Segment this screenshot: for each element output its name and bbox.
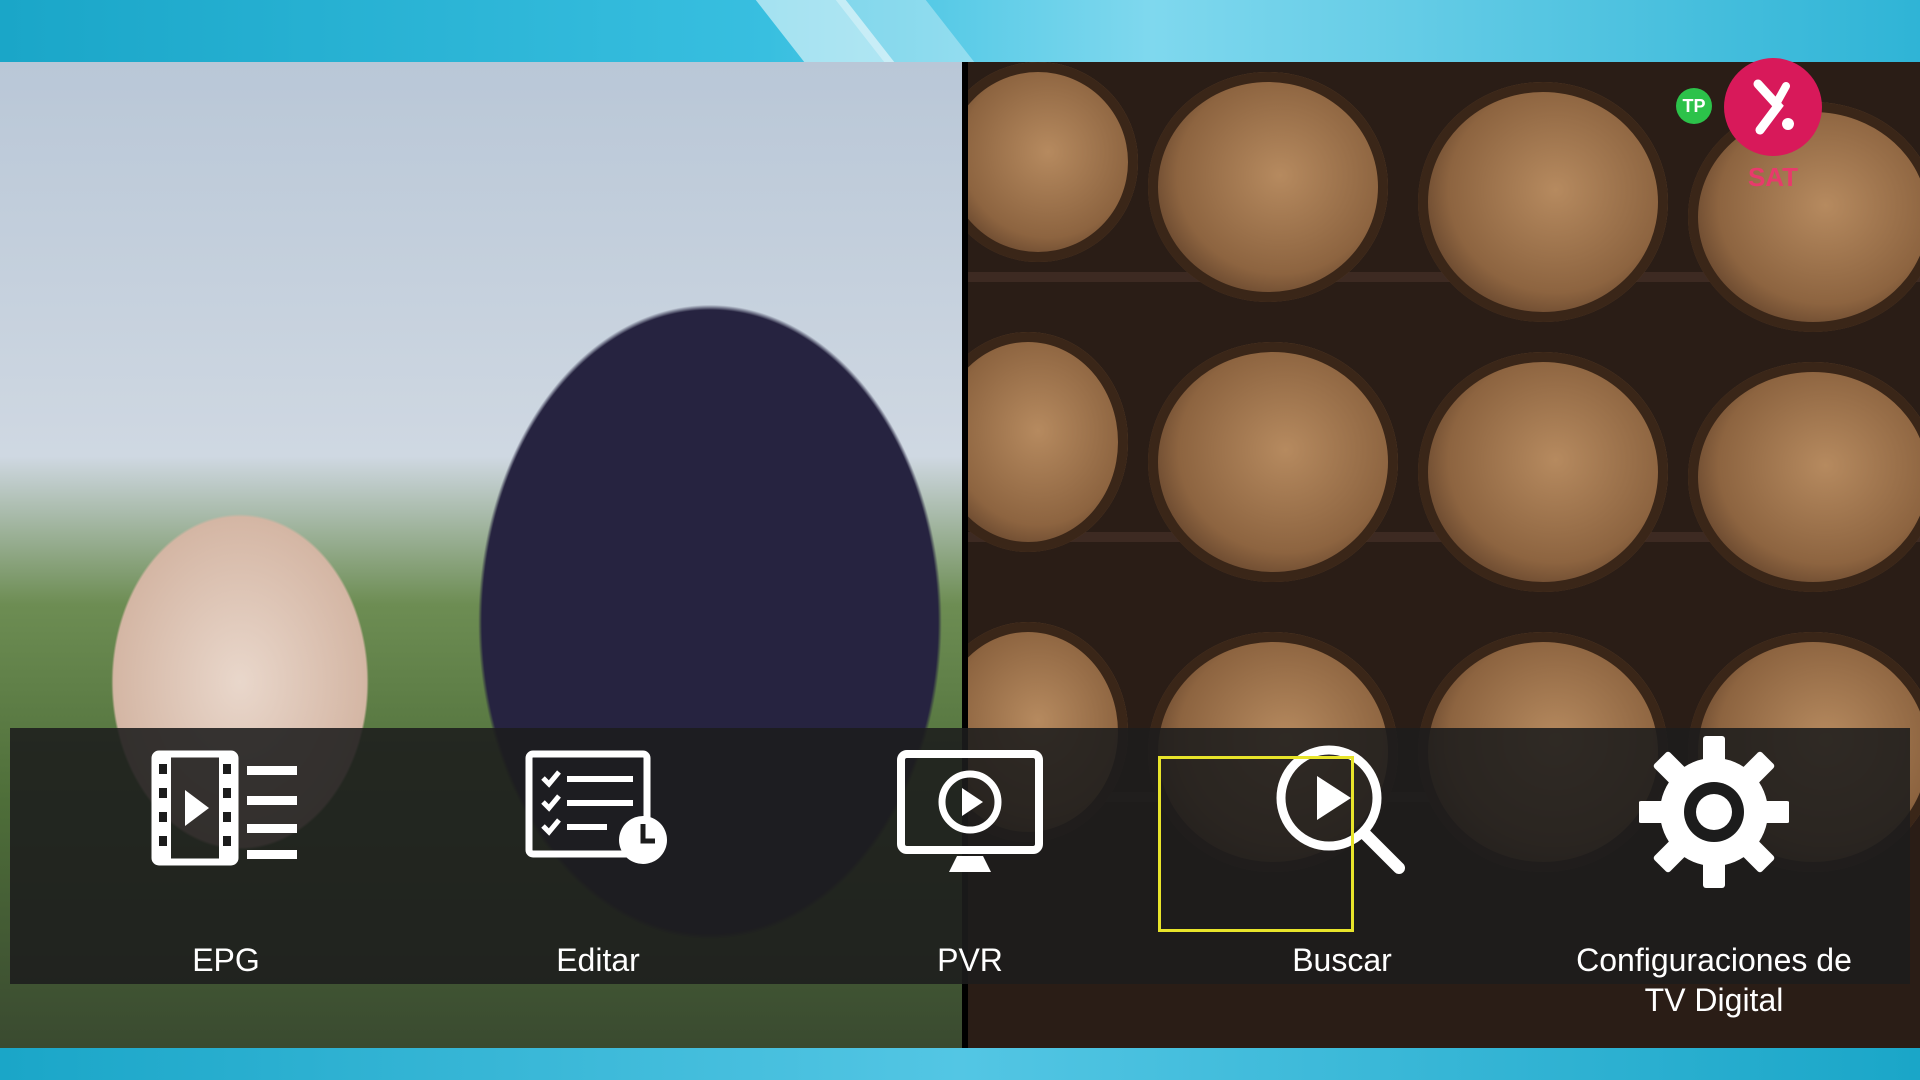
menu-label-line2: TV Digital: [1644, 982, 1784, 1018]
channel-logo-icon: [1724, 58, 1822, 156]
barrel: [968, 332, 1128, 552]
gear-icon: [1639, 736, 1789, 888]
monitor-play-icon: [897, 750, 1043, 872]
menu-item-configuraciones[interactable]: Configuraciones de TV Digital: [1544, 728, 1884, 1018]
schedule-checklist-icon: [525, 750, 667, 864]
menu-label: Buscar: [1292, 942, 1392, 978]
menu-label: Configuraciones de TV Digital: [1544, 940, 1884, 1020]
selection-highlight: [1158, 756, 1354, 932]
menu-item-editar[interactable]: Editar: [448, 728, 748, 984]
barrel: [968, 62, 1138, 262]
menu-label-line1: Configuraciones de: [1576, 942, 1852, 978]
bottom-decor-band: [0, 1048, 1920, 1080]
channel-label: SAT: [1747, 162, 1799, 192]
film-list-icon: [151, 750, 297, 866]
top-decor-band: [0, 0, 1920, 62]
barrel: [1148, 342, 1398, 582]
menu-label: Editar: [556, 942, 640, 978]
menu-item-epg[interactable]: EPG: [76, 728, 376, 984]
channel-mark-icon: [1753, 79, 1794, 135]
menu-label: EPG: [192, 942, 260, 978]
menu-item-pvr[interactable]: PVR: [820, 728, 1120, 984]
barrel: [1688, 362, 1920, 592]
tp-badge: TP: [1676, 88, 1712, 124]
menu-label: PVR: [937, 942, 1003, 978]
barrel: [1418, 82, 1668, 322]
quick-menu: EPG Editar PVR Buscar Configuraciones de…: [10, 728, 1910, 1018]
barrel: [1148, 72, 1388, 302]
barrel: [1418, 352, 1668, 592]
